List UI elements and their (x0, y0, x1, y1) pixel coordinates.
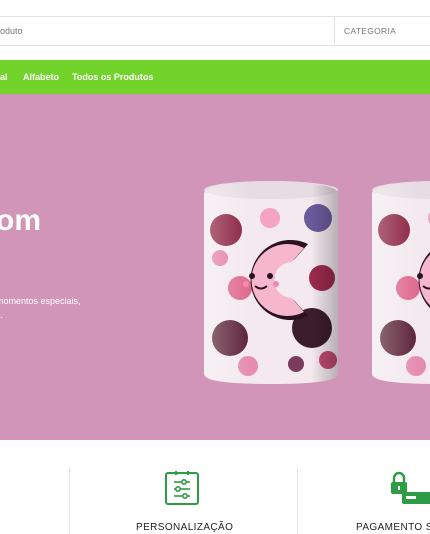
hero-banner[interactable]: om momentos especiais, s. (0, 94, 430, 440)
search-divider (334, 17, 335, 45)
search-bar: CATEGORIA (0, 16, 430, 46)
customize-sliders-icon (165, 471, 199, 505)
feature-divider (297, 468, 298, 534)
secure-payment-icon (391, 471, 430, 504)
nav-item-todos-os-produtos[interactable]: Todos os Produtos (72, 72, 153, 82)
hero-heading: om (0, 204, 41, 237)
main-nav: tal Alfabeto Todos os Produtos (0, 60, 430, 94)
nav-item-alfabeto[interactable]: Alfabeto (23, 72, 59, 82)
mug-image (204, 181, 338, 384)
feature-label-pagamento: PAGAMENTO S (356, 522, 430, 533)
hero-description-line2: s. (0, 310, 4, 320)
mug-image (372, 181, 430, 384)
hero-description-line1: momentos especiais, (0, 296, 81, 306)
header: CATEGORIA (0, 0, 430, 60)
nav-item-partial[interactable]: tal (0, 72, 8, 82)
search-input[interactable] (0, 17, 334, 45)
features-bar: PERSONALIZAÇÃO PAGAMENTO S (0, 440, 430, 534)
feature-label-personalizacao: PERSONALIZAÇÃO (136, 522, 234, 533)
category-select[interactable]: CATEGORIA (344, 26, 396, 36)
feature-divider (69, 468, 70, 534)
